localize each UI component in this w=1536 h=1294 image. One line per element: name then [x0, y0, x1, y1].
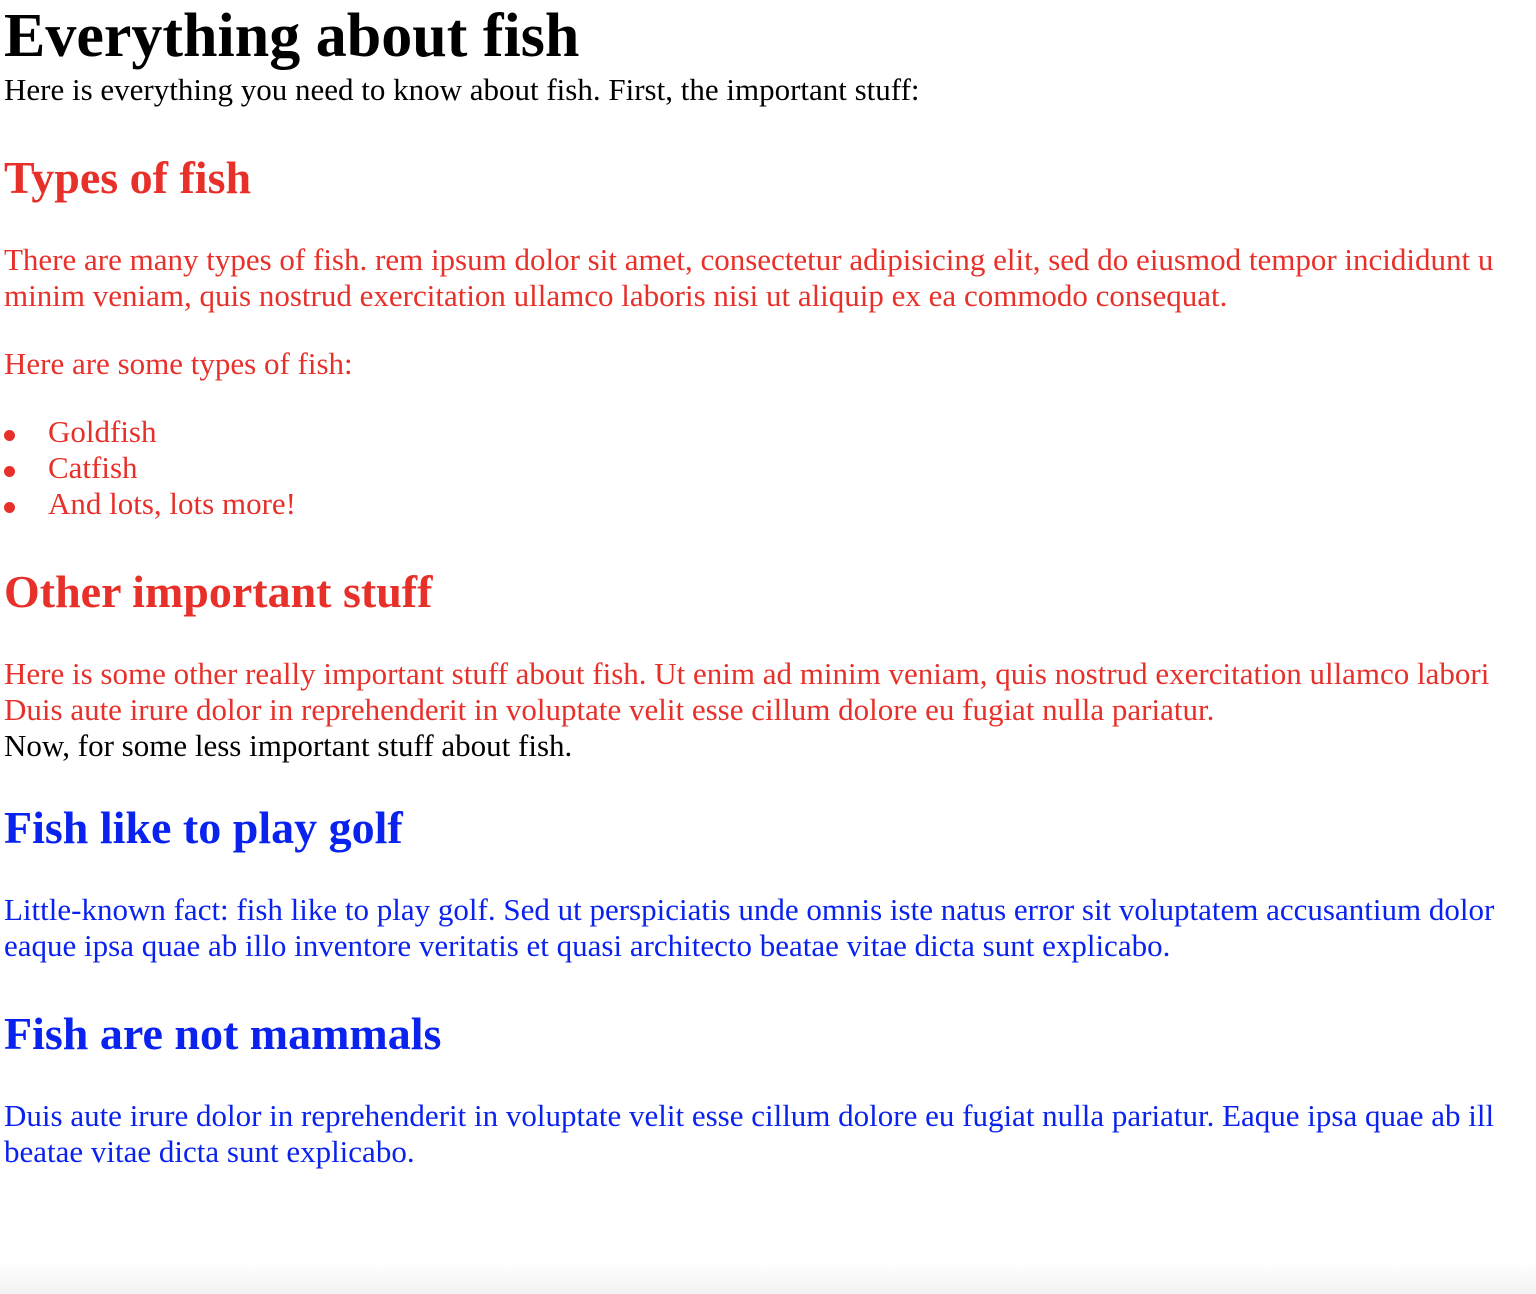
bullet-icon: [4, 430, 15, 441]
section-fish-not-mammals: Fish are not mammals Duis aute irure dol…: [4, 1007, 1536, 1170]
golf-paragraph: Little-known fact: fish like to play gol…: [4, 892, 1536, 964]
list-item-label: Catfish: [48, 450, 138, 485]
other-paragraph: Here is some other really important stuf…: [4, 656, 1536, 728]
section-heading-fish-like-golf: Fish like to play golf: [4, 802, 403, 853]
list-item-catfish: Catfish: [4, 450, 1536, 486]
section-heading-fish-not-mammals: Fish are not mammals: [4, 1008, 442, 1059]
golf-paragraph-line-2: eaque ipsa quae ab illo inventore verita…: [4, 928, 1171, 963]
mammals-paragraph-line-2: beatae vitae dicta sunt explicabo.: [4, 1134, 415, 1169]
intro-paragraph: Here is everything you need to know abou…: [4, 72, 920, 107]
mammals-paragraph: Duis aute irure dolor in reprehenderit i…: [4, 1098, 1536, 1170]
section-types-of-fish: Types of fish There are many types of fi…: [4, 151, 1536, 522]
types-list-lead: Here are some types of fish:: [4, 346, 353, 381]
mammals-paragraph-line-1: Duis aute irure dolor in reprehenderit i…: [4, 1098, 1495, 1133]
section-fish-like-golf: Fish like to play golf Little-known fact…: [4, 801, 1536, 964]
types-paragraph-line-2: minim veniam, quis nostrud exercitation …: [4, 278, 1228, 313]
golf-paragraph-line-1: Little-known fact: fish like to play gol…: [4, 892, 1495, 927]
outro-paragraph: Now, for some less important stuff about…: [4, 728, 573, 763]
types-paragraph: There are many types of fish. rem ipsum …: [4, 242, 1536, 314]
section-heading-types-of-fish: Types of fish: [4, 152, 252, 203]
types-paragraph-line-1: There are many types of fish. rem ipsum …: [4, 242, 1494, 277]
bottom-scroll-shadow: [0, 1262, 1536, 1294]
fish-types-list: Goldfish Catfish And lots, lots more!: [4, 414, 1536, 522]
list-item-more: And lots, lots more!: [4, 486, 1536, 522]
section-heading-other-important-stuff: Other important stuff: [4, 566, 433, 617]
list-item-goldfish: Goldfish: [4, 414, 1536, 450]
other-paragraph-line-1: Here is some other really important stuf…: [4, 656, 1490, 691]
page-title: Everything about fish: [4, 2, 580, 70]
bullet-icon: [4, 466, 15, 477]
other-paragraph-line-2: Duis aute irure dolor in reprehenderit i…: [4, 692, 1215, 727]
section-other-important-stuff: Other important stuff Here is some other…: [4, 565, 1536, 728]
list-item-label: Goldfish: [48, 414, 157, 449]
bullet-icon: [4, 502, 15, 513]
fish-article: Everything about fish Here is everything…: [4, 0, 1536, 1170]
list-item-label: And lots, lots more!: [48, 486, 296, 521]
